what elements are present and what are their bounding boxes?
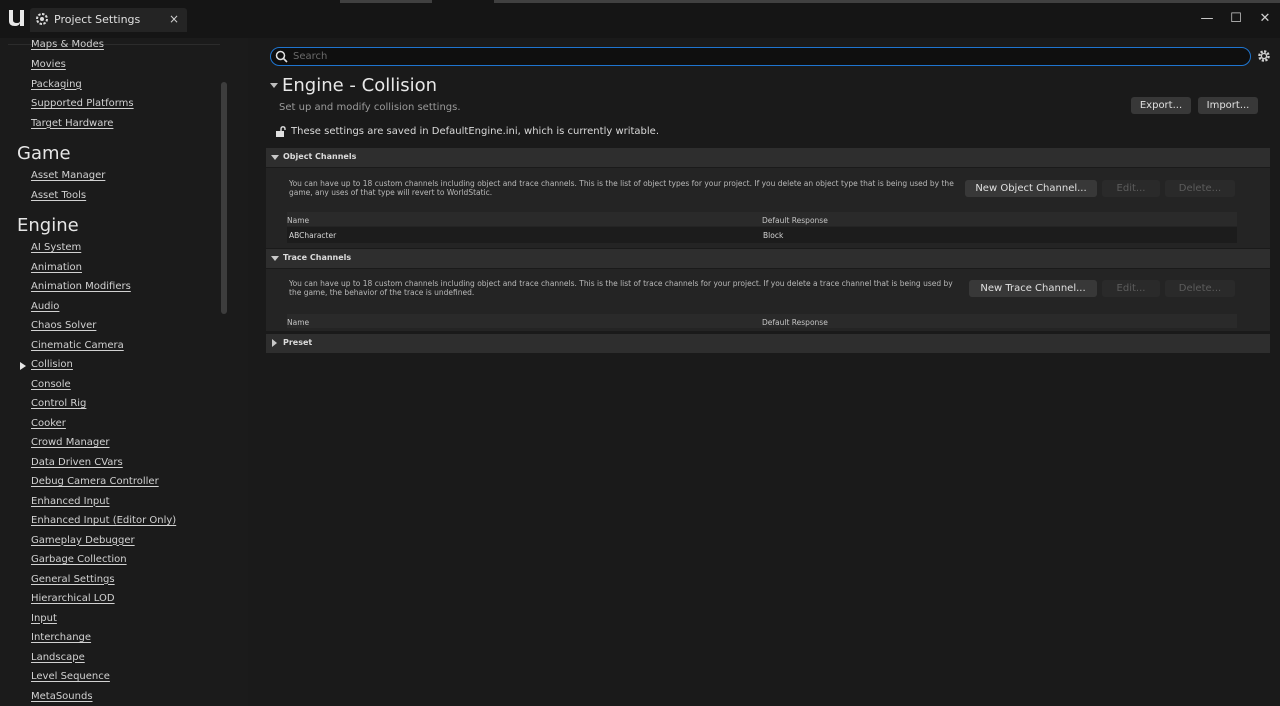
delete-object-channel-button[interactable]: Delete... [1165,180,1235,197]
edit-trace-channel-button[interactable]: Edit... [1102,280,1160,297]
selected-item-arrow-icon [20,362,26,370]
section-description: You can have up to 18 custom channels in… [289,279,953,297]
section-label: Object Channels [283,152,357,161]
sidebar-item-level-sequence[interactable]: Level Sequence [31,671,110,682]
search-input[interactable] [293,48,1243,65]
sidebar-item-data-driven-cvars[interactable]: Data Driven CVars [31,457,123,468]
table-header: Name Default Response [287,314,1237,328]
sidebar-item-maps-modes[interactable]: Maps & Modes [31,39,104,50]
sidebar-section-title: Engine [17,215,79,236]
object-channels-header[interactable]: Object Channels [266,148,1270,167]
export-button[interactable]: Export... [1131,97,1191,114]
expand-icon [272,339,277,347]
sidebar-item-metasounds[interactable]: MetaSounds [31,691,93,702]
sidebar-item-asset-tools[interactable]: Asset Tools [31,190,86,201]
sidebar-item-gameplay-debugger[interactable]: Gameplay Debugger [31,535,135,546]
sidebar-item-movies[interactable]: Movies [31,59,66,70]
sidebar-item-asset-manager[interactable]: Asset Manager [31,170,105,181]
channel-name: ABCharacter [289,231,337,240]
sidebar-item-chaos-solver[interactable]: Chaos Solver [31,320,96,331]
table-header: Name Default Response [287,212,1237,226]
sidebar-item-enhanced-input[interactable]: Enhanced Input [31,496,110,507]
new-object-channel-button[interactable]: New Object Channel... [965,180,1097,197]
sidebar-section-title: Game [17,143,71,164]
sidebar-item-hierarchical-lod[interactable]: Hierarchical LOD [31,593,115,604]
sidebar-item-landscape[interactable]: Landscape [31,652,85,663]
sidebar-item-audio[interactable]: Audio [31,301,59,312]
preset-header[interactable]: Preset [266,334,1270,353]
trace-channels-header[interactable]: Trace Channels [266,249,1270,268]
collapse-icon [271,256,279,261]
gear-icon[interactable] [1257,49,1271,63]
title-bar: Project Settings × — ☐ ✕ [0,0,1280,38]
search-box[interactable] [270,47,1251,66]
unlock-icon[interactable] [275,126,286,137]
column-response-header[interactable]: Default Response [762,318,828,327]
search-icon [275,50,288,63]
settings-tab-icon [36,13,48,25]
trace-channels-body: You can have up to 18 custom channels in… [266,269,1270,331]
object-channels-body: You can have up to 18 custom channels in… [266,168,1270,248]
channel-response: Block [763,231,784,240]
section-label: Trace Channels [283,253,352,262]
column-name-header[interactable]: Name [287,216,309,225]
sidebar-item-cinematic-camera[interactable]: Cinematic Camera [31,340,124,351]
sidebar-item-interchange[interactable]: Interchange [31,632,91,643]
sidebar-item-debug-camera-controller[interactable]: Debug Camera Controller [31,476,159,487]
sidebar-item-collision[interactable]: Collision [31,359,73,370]
column-response-header[interactable]: Default Response [762,216,828,225]
minimize-button[interactable]: — [1198,10,1216,28]
top-strip [340,0,432,3]
top-strip [494,0,1280,3]
sidebar-item-ai-system[interactable]: AI System [31,242,81,253]
tab-title: Project Settings [54,13,141,26]
settings-sidebar: Maps & Modes Movies Packaging Supported Pla… [0,38,248,706]
import-button[interactable]: Import... [1198,97,1258,114]
sidebar-item-animation-modifiers[interactable]: Animation Modifiers [31,281,131,292]
sidebar-item-garbage-collection[interactable]: Garbage Collection [31,554,127,565]
sidebar-item-enhanced-input-editor-only[interactable]: Enhanced Input (Editor Only) [31,515,176,526]
config-writable-note: These settings are saved in DefaultEngin… [291,126,660,137]
sidebar-item-control-rig[interactable]: Control Rig [31,398,86,409]
sidebar-item-general-settings[interactable]: General Settings [31,574,115,585]
table-row[interactable]: ABCharacter Block [287,227,1237,243]
maximize-button[interactable]: ☐ [1227,10,1245,28]
page-title: Engine - Collision [282,75,438,96]
sidebar-item-target-hardware[interactable]: Target Hardware [31,118,113,129]
close-window-button[interactable]: ✕ [1256,10,1274,28]
close-tab-icon[interactable]: × [169,12,179,26]
column-name-header[interactable]: Name [287,318,309,327]
sidebar-scrollbar[interactable] [221,82,227,314]
sidebar-item-animation[interactable]: Animation [31,262,82,273]
collapse-category-icon[interactable] [270,83,278,88]
section-description: You can have up to 18 custom channels in… [289,179,954,197]
settings-main-panel: Engine - Collision Set up and modify col… [248,38,1280,706]
collapse-icon [271,155,279,160]
edit-object-channel-button[interactable]: Edit... [1102,180,1160,197]
page-description: Set up and modify collision settings. [279,102,461,113]
section-label: Preset [283,338,313,347]
sidebar-item-supported-platforms[interactable]: Supported Platforms [31,98,134,109]
sidebar-item-cooker[interactable]: Cooker [31,418,66,429]
project-settings-tab[interactable]: Project Settings × [30,8,187,32]
sidebar-item-input[interactable]: Input [31,613,57,624]
delete-trace-channel-button[interactable]: Delete... [1165,280,1235,297]
new-trace-channel-button[interactable]: New Trace Channel... [969,280,1097,297]
sidebar-item-console[interactable]: Console [31,379,71,390]
sidebar-item-packaging[interactable]: Packaging [31,79,82,90]
unreal-logo-icon[interactable] [6,7,26,29]
sidebar-item-crowd-manager[interactable]: Crowd Manager [31,437,110,448]
